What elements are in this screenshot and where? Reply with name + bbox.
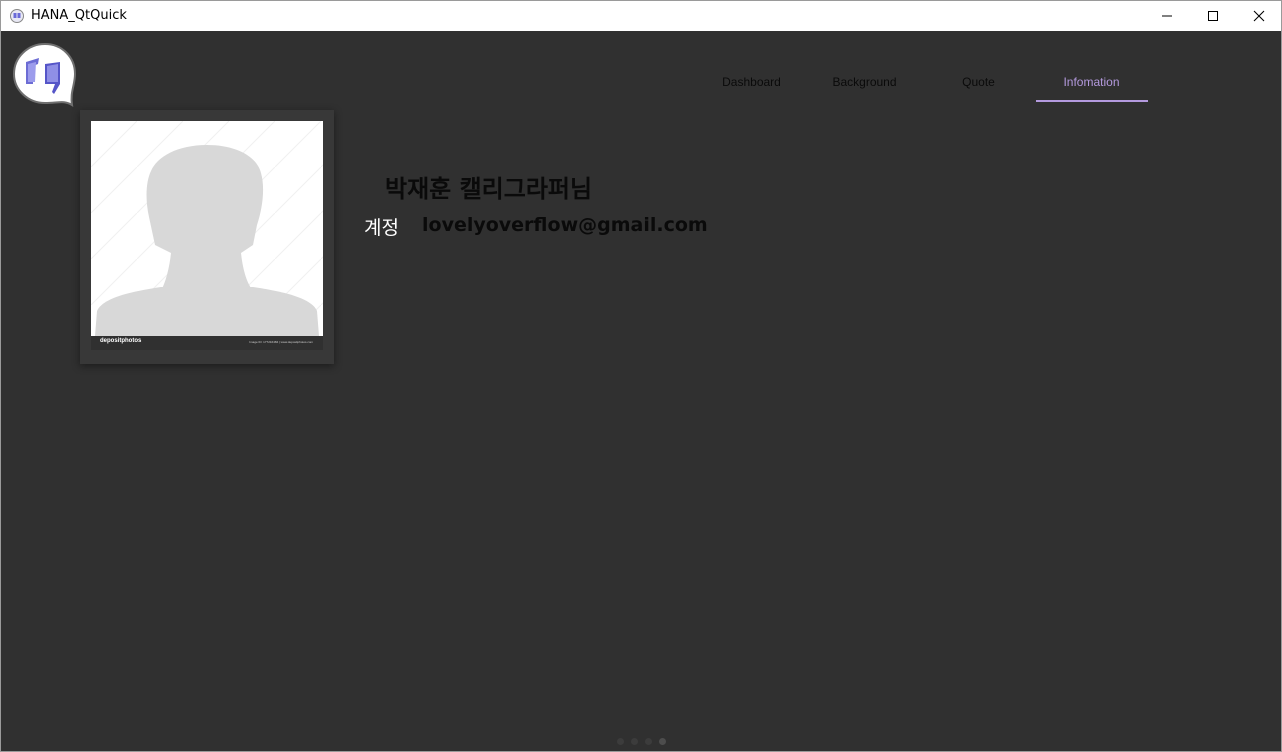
- close-icon: [1253, 10, 1265, 22]
- account-label: 계정: [364, 217, 399, 239]
- app-window: HANA_QtQuick Dashboard Background Quote …: [0, 0, 1282, 752]
- photo-watermark-bar: depositphotos Image ID: 177216484 | www.…: [91, 336, 323, 350]
- profile-photo: [91, 121, 323, 336]
- title-bar[interactable]: HANA_QtQuick: [1, 1, 1281, 31]
- account-email: lovelyoverflow@gmail.com: [422, 214, 708, 236]
- tab-infomation[interactable]: Infomation: [1035, 63, 1148, 101]
- minimize-button[interactable]: [1144, 1, 1190, 31]
- page-dot-active[interactable]: [659, 738, 666, 745]
- profile-name: 박재훈 캘리그라퍼님: [385, 175, 593, 203]
- profile-photo-card: depositphotos Image ID: 177216484 | www.…: [80, 110, 334, 364]
- maximize-icon: [1208, 11, 1218, 21]
- minimize-icon: [1162, 15, 1172, 17]
- active-tab-indicator: [1036, 100, 1148, 102]
- page-dot[interactable]: [617, 738, 624, 745]
- avatar-silhouette: [91, 121, 323, 336]
- page-dot[interactable]: [631, 738, 638, 745]
- window-title: HANA_QtQuick: [31, 8, 127, 23]
- quote-bubble-icon: [12, 42, 77, 108]
- watermark-credit: Image ID: 177216484 | www.depositphotos.…: [249, 340, 313, 344]
- app-logo[interactable]: [12, 42, 78, 108]
- maximize-button[interactable]: [1190, 1, 1236, 31]
- page-dot[interactable]: [645, 738, 652, 745]
- watermark-logo: depositphotos: [100, 338, 142, 344]
- close-button[interactable]: [1236, 1, 1282, 31]
- tab-dashboard[interactable]: Dashboard: [695, 63, 808, 101]
- quote-bubble-icon: [10, 9, 24, 23]
- tab-quote[interactable]: Quote: [922, 63, 1035, 101]
- tab-background[interactable]: Background: [808, 63, 921, 101]
